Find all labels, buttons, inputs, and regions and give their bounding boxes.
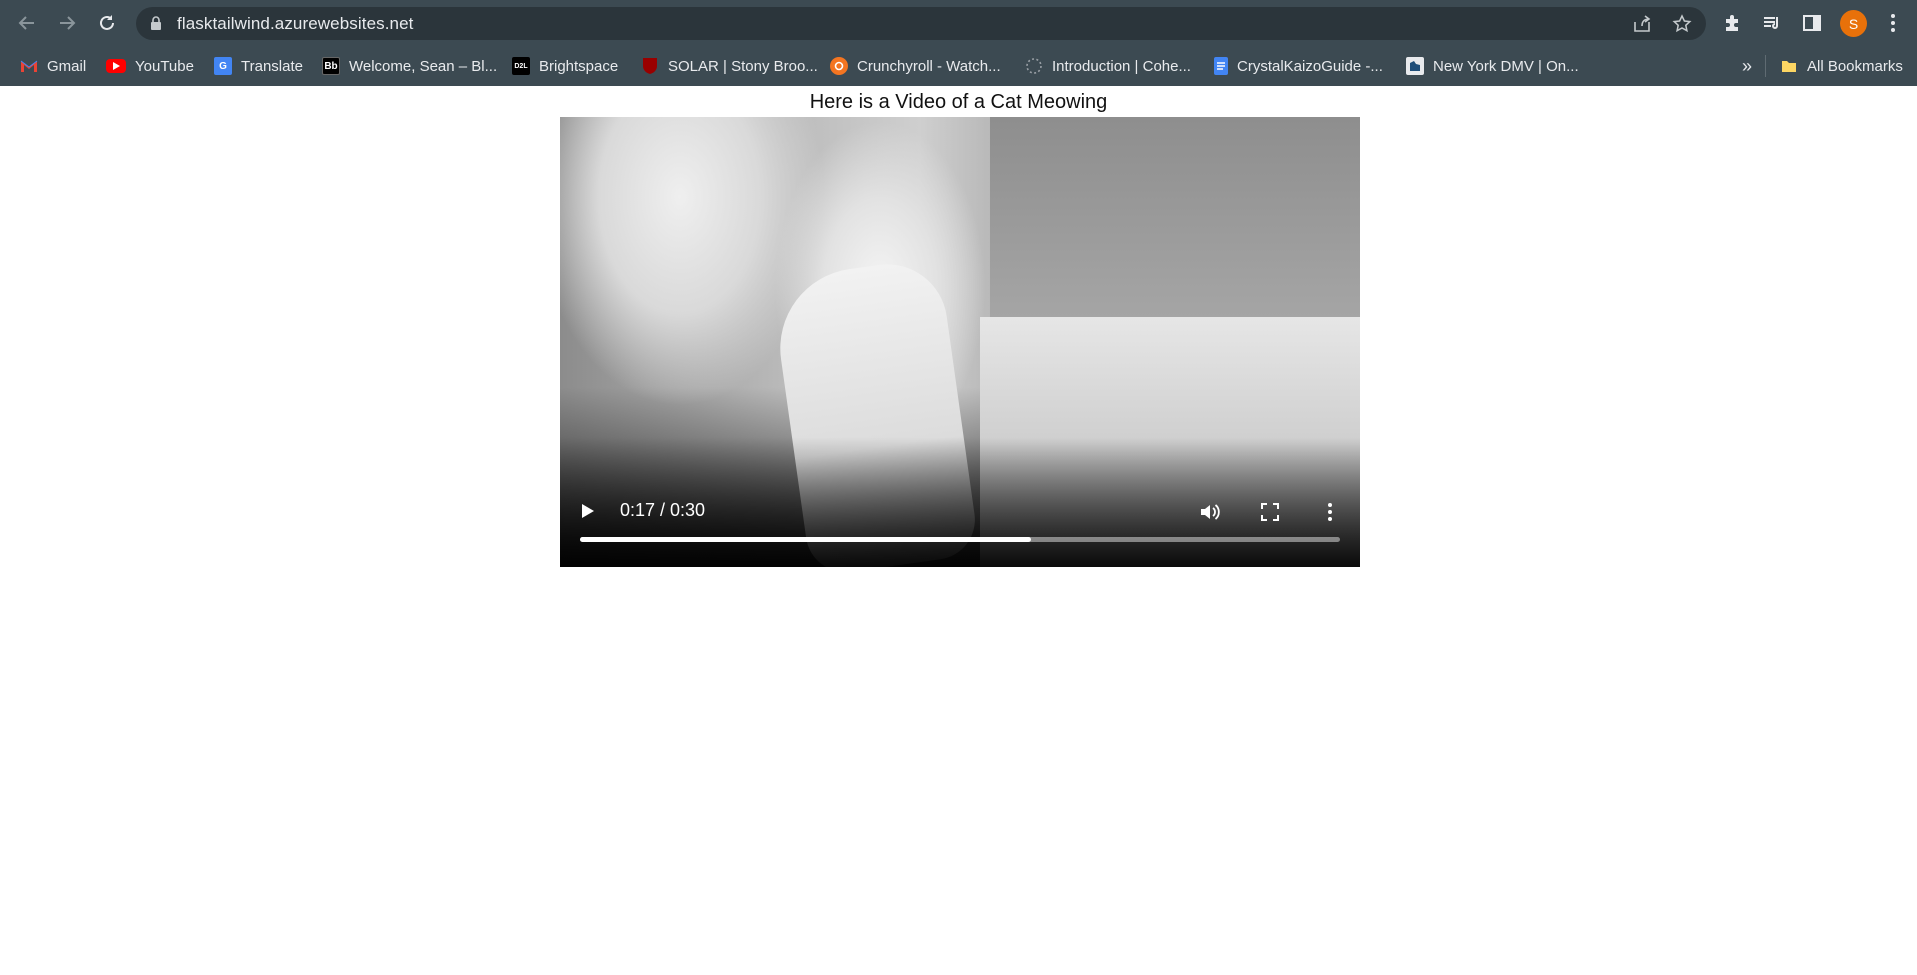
bookmark-blackboard[interactable]: Bb Welcome, Sean – Bl...: [322, 55, 497, 77]
ny-dmv-icon: [1406, 57, 1424, 75]
bookmark-label: Crunchyroll - Watch...: [857, 57, 1001, 75]
video-progress-bar[interactable]: [580, 537, 1340, 542]
blackboard-icon: Bb: [322, 57, 340, 75]
bookmark-label: Brightspace: [539, 57, 619, 75]
puzzle-icon: [1726, 15, 1738, 31]
crunchyroll-icon: [830, 57, 848, 75]
kebab-menu-icon: [1891, 14, 1895, 32]
google-docs-icon: [1214, 57, 1228, 75]
bookmark-label: SOLAR | Stony Broo...: [668, 57, 818, 75]
chrome-menu-button[interactable]: [1877, 7, 1909, 39]
bookmark-label: Translate: [241, 57, 303, 75]
chevron-double-right-icon: »: [1742, 55, 1753, 76]
extensions-button[interactable]: [1716, 7, 1748, 39]
fullscreen-icon: [1261, 503, 1279, 521]
bookmarks-separator: [1765, 55, 1766, 77]
mute-button[interactable]: [1198, 500, 1222, 524]
bookmarks-overflow-button[interactable]: »: [1742, 55, 1752, 77]
video-frame-region: [990, 117, 1360, 317]
browser-toolbar: flasktailwind.azurewebsites.net S: [0, 0, 1917, 46]
lock-icon: [151, 16, 161, 30]
play-button[interactable]: [578, 501, 598, 521]
bookmark-solar[interactable]: SOLAR | Stony Broo...: [641, 55, 818, 77]
stony-brook-icon: [641, 57, 659, 75]
bookmark-brightspace[interactable]: D2L Brightspace: [512, 55, 618, 77]
bookmark-youtube[interactable]: YouTube: [106, 55, 194, 77]
bookmark-cohere[interactable]: Introduction | Cohe...: [1025, 55, 1191, 77]
bookmark-label: Welcome, Sean – Bl...: [349, 57, 498, 75]
video-options-button[interactable]: [1318, 500, 1342, 524]
forward-arrow-icon: [60, 16, 76, 30]
youtube-icon: [106, 59, 126, 73]
bookmark-gmail[interactable]: Gmail: [20, 55, 86, 77]
page-title: Here is a Video of a Cat Meowing: [809, 91, 1108, 113]
bookmark-ny-dmv[interactable]: New York DMV | On...: [1406, 55, 1579, 77]
translate-icon: G: [214, 57, 232, 75]
video-progress-fill: [580, 537, 1031, 542]
url-text: flasktailwind.azurewebsites.net: [177, 14, 414, 33]
address-bar[interactable]: flasktailwind.azurewebsites.net: [136, 7, 1706, 40]
video-player[interactable]: 0:17 / 0:30: [560, 117, 1360, 567]
bookmark-crystalkaizo[interactable]: CrystalKaizoGuide -...: [1214, 55, 1383, 77]
bookmark-label: Introduction | Cohe...: [1052, 57, 1191, 75]
bookmark-crunchyroll[interactable]: Crunchyroll - Watch...: [830, 55, 1001, 77]
bookmark-label: Gmail: [47, 57, 87, 75]
reading-list-button[interactable]: [1756, 7, 1788, 39]
back-button[interactable]: [11, 7, 43, 39]
bookmark-translate[interactable]: G Translate: [214, 55, 303, 77]
all-bookmarks-label: All Bookmarks: [1807, 57, 1903, 75]
volume-icon: [1201, 504, 1220, 520]
kebab-menu-icon: [1328, 503, 1332, 521]
folder-icon: [1780, 57, 1798, 75]
side-panel-icon: [1803, 15, 1821, 31]
play-icon: [582, 504, 594, 518]
bookmark-star-icon[interactable]: [1671, 13, 1693, 35]
forward-button[interactable]: [51, 7, 83, 39]
d2l-icon: D2L: [512, 57, 530, 75]
reload-icon: [100, 15, 114, 30]
fullscreen-button[interactable]: [1258, 500, 1282, 524]
cohere-icon: [1025, 57, 1043, 75]
time-display: 0:17 / 0:30: [620, 500, 706, 520]
all-bookmarks-button[interactable]: All Bookmarks: [1780, 55, 1903, 77]
media-queue-icon: [1764, 17, 1778, 29]
bookmark-label: CrystalKaizoGuide -...: [1237, 57, 1383, 75]
profile-avatar[interactable]: S: [1840, 10, 1867, 37]
video-controls: 0:17 / 0:30: [560, 489, 1360, 533]
bookmark-label: YouTube: [135, 57, 194, 75]
back-arrow-icon: [18, 16, 34, 30]
reload-button[interactable]: [91, 7, 123, 39]
bookmarks-bar: Gmail YouTube G Translate Bb Welcome, Se…: [0, 46, 1917, 86]
share-icon[interactable]: [1631, 13, 1653, 35]
bookmark-label: New York DMV | On...: [1433, 57, 1579, 75]
gmail-icon: [20, 57, 38, 75]
side-panel-button[interactable]: [1796, 7, 1828, 39]
browser-chrome: flasktailwind.azurewebsites.net S Gmail …: [0, 0, 1917, 86]
